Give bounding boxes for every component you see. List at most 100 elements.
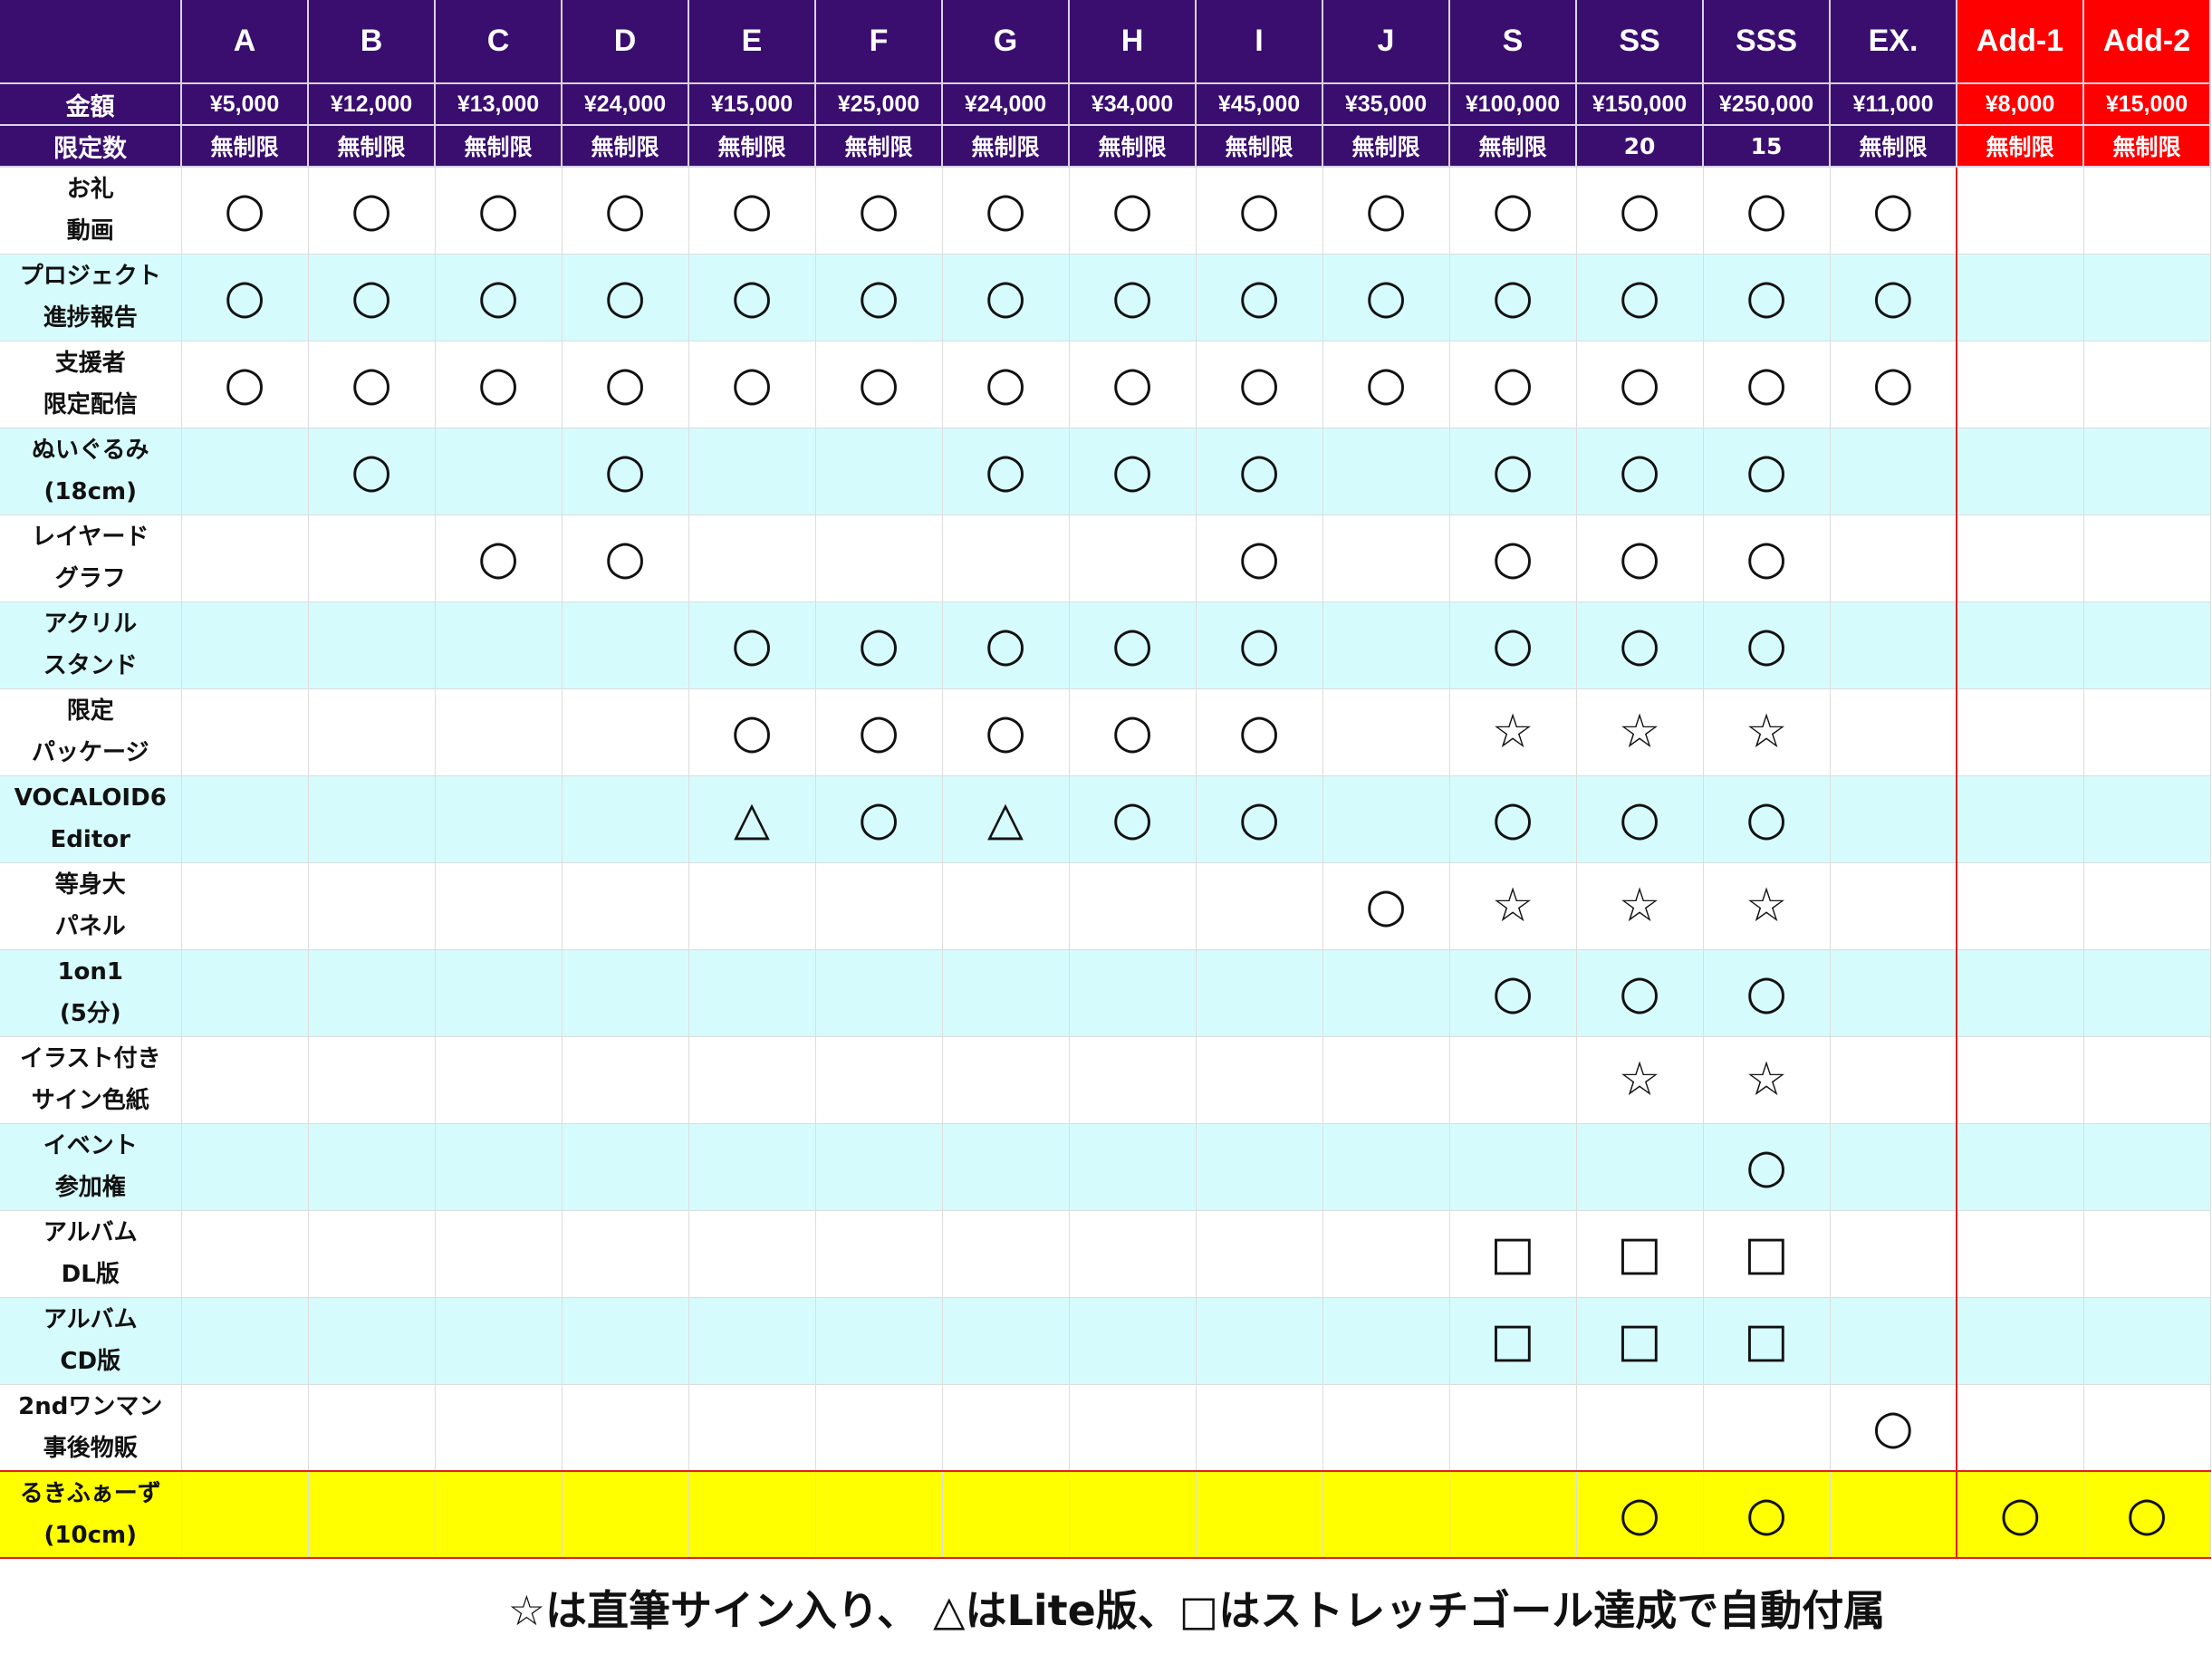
reward-cell: ○ — [1703, 254, 1831, 341]
reward-mark: ○ — [1619, 1487, 1660, 1542]
reward-cell — [688, 1210, 816, 1298]
reward-cell — [1069, 514, 1197, 602]
reward-cell: ○ — [1196, 341, 1323, 428]
reward-mark: □ — [1744, 1313, 1789, 1368]
tier-limit: 無制限 — [688, 125, 816, 168]
reward-mark: ○ — [985, 618, 1026, 672]
reward-cell — [181, 688, 309, 776]
corner-cell — [0, 0, 182, 84]
reward-cell — [181, 1210, 309, 1298]
item-label-line2: Editor — [50, 826, 130, 853]
reward-cell: □ — [1449, 1210, 1577, 1298]
reward-cell — [1956, 254, 2084, 341]
reward-cell — [435, 428, 563, 515]
reward-cell — [308, 862, 436, 950]
item-label-line1: 支援者 — [54, 350, 126, 377]
tier-price: ¥45,000 — [1196, 83, 1323, 126]
reward-cell — [1830, 514, 1957, 602]
reward-cell — [1449, 1470, 1577, 1559]
reward-cell — [181, 949, 309, 1037]
tier-price: ¥8,000 — [1957, 83, 2084, 126]
reward-cell: ○ — [688, 601, 816, 689]
reward-cell: ○ — [1703, 949, 1831, 1037]
reward-mark: ○ — [1238, 792, 1280, 846]
reward-cell: ○ — [1703, 428, 1831, 515]
reward-mark: ○ — [731, 357, 773, 411]
reward-cell — [562, 1297, 689, 1385]
reward-cell — [2083, 688, 2211, 776]
reward-mark: ○ — [1999, 1487, 2041, 1542]
reward-mark: ○ — [604, 183, 646, 238]
item-label-line1: 1on1 — [57, 958, 124, 986]
reward-mark: ○ — [1238, 705, 1280, 759]
reward-cell — [2083, 341, 2211, 428]
reward-mark: △ — [987, 792, 1024, 846]
reward-mark: ○ — [224, 183, 265, 238]
tier-price: ¥11,000 — [1830, 83, 1957, 126]
reward-mark: ☆ — [1618, 705, 1661, 759]
reward-mark: ○ — [1238, 531, 1280, 585]
reward-cell — [308, 1123, 436, 1211]
item-label: プロジェクト 進捗報告 — [0, 254, 182, 341]
reward-cell — [308, 775, 436, 863]
reward-mark: □ — [1617, 1226, 1662, 1281]
reward-mark: ○ — [1492, 966, 1534, 1020]
reward-cell: ○ — [435, 341, 563, 428]
item-label: 1on1 (5分) — [0, 949, 182, 1037]
reward-cell — [942, 862, 1070, 950]
reward-cell — [435, 1384, 563, 1472]
reward-cell — [942, 1470, 1070, 1559]
reward-cell — [562, 1210, 689, 1298]
reward-cell: ○ — [181, 254, 309, 341]
tier-limit: 無制限 — [435, 125, 563, 168]
reward-mark: ○ — [351, 357, 392, 411]
tier-name: A — [181, 0, 309, 84]
reward-cell — [1449, 1036, 1577, 1124]
reward-mark: ○ — [604, 270, 646, 324]
tier-price: ¥150,000 — [1576, 83, 1704, 126]
reward-mark: ○ — [1365, 183, 1407, 238]
reward-cell: ☆ — [1449, 862, 1577, 950]
reward-cell — [1830, 1123, 1957, 1211]
reward-cell — [942, 514, 1070, 602]
reward-cell — [815, 514, 943, 602]
tier-limit: 無制限 — [562, 125, 689, 168]
reward-cell: ○ — [942, 601, 1070, 689]
reward-cell — [1956, 949, 2084, 1037]
reward-cell — [308, 514, 436, 602]
reward-cell — [562, 775, 689, 863]
tier-name: Add-1 — [1957, 0, 2084, 84]
table-row: アルバム DL版 □ □ □ — [0, 1210, 2211, 1298]
item-label-line1: 2ndワンマン — [18, 1392, 163, 1420]
reward-cell: ○ — [435, 514, 563, 602]
reward-mark: ○ — [1746, 792, 1787, 846]
reward-mark: ○ — [985, 444, 1026, 498]
reward-cell — [435, 775, 563, 863]
reward-cell: ☆ — [1449, 688, 1577, 776]
reward-cell — [1196, 1297, 1323, 1385]
reward-cell: ○ — [181, 167, 309, 255]
reward-cell: □ — [1703, 1210, 1831, 1298]
reward-cell: ○ — [1069, 688, 1197, 776]
table-row: お礼 動画 ○ ○ ○ ○ ○ ○ ○ ○ ○ ○ ○ ○ ○ ○ — [0, 167, 2211, 255]
reward-cell: □ — [1576, 1210, 1704, 1298]
reward-cell — [435, 601, 563, 689]
tier-limit: 無制限 — [2083, 125, 2211, 168]
tier-limit: 20 — [1576, 125, 1704, 168]
reward-cell — [1956, 428, 2084, 515]
reward-cell: ☆ — [1576, 1036, 1704, 1124]
tier-name: I — [1196, 0, 1323, 84]
reward-cell — [562, 1123, 689, 1211]
reward-mark: ○ — [1619, 966, 1660, 1020]
item-label-line1: レイヤード — [32, 524, 149, 551]
reward-cell: □ — [1703, 1297, 1831, 1385]
reward-cell: ○ — [688, 688, 816, 776]
reward-cell — [1956, 601, 2084, 689]
reward-cell — [1069, 949, 1197, 1037]
reward-cell — [815, 1036, 943, 1124]
reward-cell: ○ — [1196, 775, 1323, 863]
reward-mark: ○ — [1746, 1140, 1787, 1194]
reward-mark: ○ — [1492, 531, 1534, 585]
reward-mark: ○ — [1238, 618, 1280, 672]
reward-cell — [1069, 1297, 1197, 1385]
